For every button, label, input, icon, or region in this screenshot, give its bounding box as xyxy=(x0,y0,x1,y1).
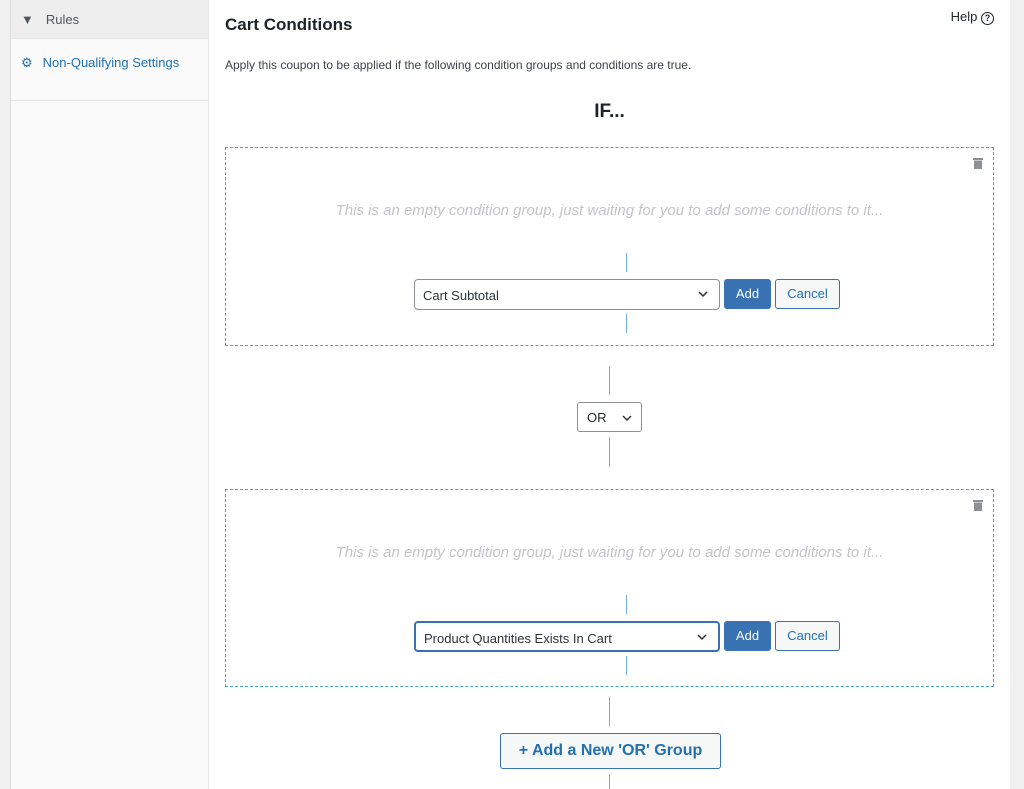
description: Apply this coupon to be applied if the f… xyxy=(225,58,692,72)
gear-icon: ⚙ xyxy=(21,55,33,70)
add-button[interactable]: Add xyxy=(724,621,771,651)
condition-select[interactable]: Cart Subtotal xyxy=(414,279,720,310)
help-link[interactable]: Help ? xyxy=(951,9,994,25)
sidebar-item-rules[interactable]: ▼ Rules xyxy=(11,0,208,39)
connector-line xyxy=(626,595,627,614)
if-label: IF... xyxy=(594,101,625,122)
cancel-button[interactable]: Cancel xyxy=(775,621,840,651)
add-button[interactable]: Add xyxy=(724,279,771,309)
sidebar-item-non-qualifying[interactable]: ⚙ Non-Qualifying Settings xyxy=(11,39,208,101)
connector-line xyxy=(626,656,627,675)
add-or-group-button[interactable]: + Add a New 'OR' Group xyxy=(500,733,721,769)
sidebar-item-label: Rules xyxy=(45,11,80,27)
chevron-down-icon xyxy=(698,291,708,298)
empty-group-text: This is an empty condition group, just w… xyxy=(335,544,884,561)
condition-group: This is an empty condition group, just w… xyxy=(225,147,994,346)
plus-icon: + xyxy=(518,742,532,759)
trash-icon[interactable] xyxy=(973,499,983,511)
condition-select[interactable]: Product Quantities Exists In Cart xyxy=(414,621,720,652)
logic-value: OR xyxy=(587,410,607,425)
condition-group: This is an empty condition group, just w… xyxy=(225,489,994,687)
chevron-down-icon xyxy=(622,415,632,422)
connector-line xyxy=(626,253,627,272)
logic-select[interactable]: OR xyxy=(577,402,642,432)
chevron-down-icon xyxy=(697,634,707,641)
add-or-group-label: Add a New 'OR' Group xyxy=(531,742,703,759)
connector-line xyxy=(609,366,610,395)
connector-line xyxy=(626,314,627,333)
question-circle-icon: ? xyxy=(981,12,994,25)
sidebar: ▼ Rules ⚙ Non-Qualifying Settings xyxy=(10,0,209,789)
cancel-button[interactable]: Cancel xyxy=(775,279,840,309)
help-label: Help xyxy=(950,9,978,24)
cart-conditions-panel: Cart Conditions Help ? Apply this coupon… xyxy=(209,0,1010,789)
trash-icon[interactable] xyxy=(973,157,983,169)
connector-line xyxy=(609,774,610,789)
condition-select-value: Cart Subtotal xyxy=(423,288,499,303)
connector-line xyxy=(609,437,610,467)
sidebar-item-label: Non-Qualifying Settings xyxy=(42,55,180,70)
filter-icon: ▼ xyxy=(21,11,34,27)
page-title: Cart Conditions xyxy=(225,15,353,34)
condition-select-value: Product Quantities Exists In Cart xyxy=(424,631,612,646)
empty-group-text: This is an empty condition group, just w… xyxy=(335,202,884,219)
connector-line xyxy=(609,697,610,726)
